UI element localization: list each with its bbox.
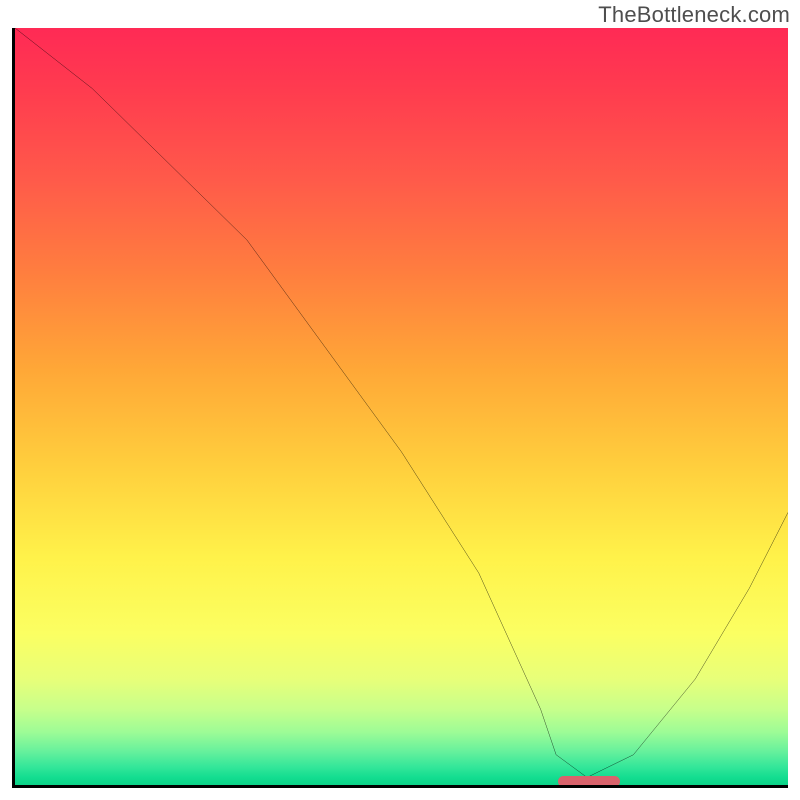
optimal-range-marker bbox=[558, 776, 620, 787]
bottleneck-curve bbox=[15, 28, 788, 785]
chart-area bbox=[12, 28, 788, 788]
watermark-text: TheBottleneck.com bbox=[598, 2, 790, 28]
